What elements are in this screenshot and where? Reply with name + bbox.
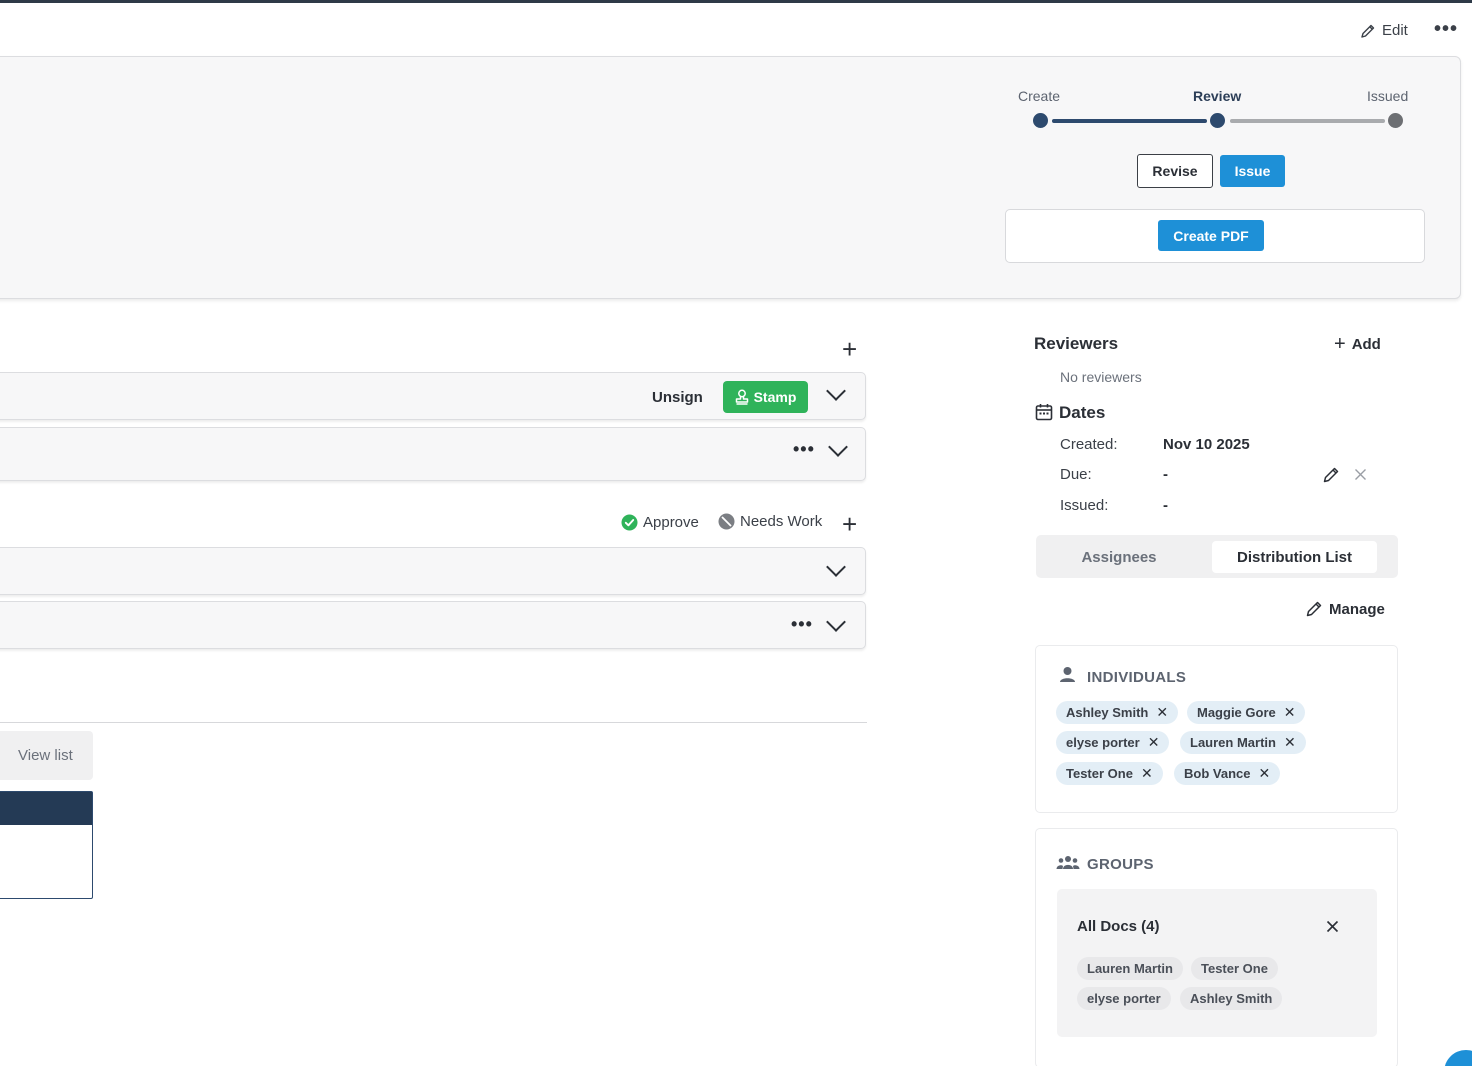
individual-chip: elyse porter ✕ xyxy=(1056,731,1170,754)
group-icon xyxy=(1056,856,1080,869)
group-member-chip: Ashley Smith xyxy=(1180,987,1283,1010)
edit-label: Edit xyxy=(1382,22,1408,39)
manage-label: Manage xyxy=(1329,600,1385,618)
chip-label: Bob Vance xyxy=(1184,766,1251,781)
row-more-icon[interactable]: ••• xyxy=(791,614,813,635)
approve-button[interactable]: Approve xyxy=(621,514,699,531)
individuals-title: INDIVIDUALS xyxy=(1087,669,1187,686)
pencil-icon xyxy=(1306,601,1322,617)
due-value: - xyxy=(1163,466,1168,483)
step-create-dot xyxy=(1033,113,1048,128)
issue-button[interactable]: Issue xyxy=(1220,155,1285,187)
stamp-icon xyxy=(735,389,748,405)
remove-icon[interactable]: ✕ xyxy=(1284,734,1296,751)
row-more-icon[interactable]: ••• xyxy=(793,439,815,460)
response-row-2[interactable] xyxy=(0,601,866,649)
blocked-icon xyxy=(718,513,735,530)
no-reviewers-text: No reviewers xyxy=(1060,369,1142,385)
view-list-button[interactable]: View list xyxy=(0,731,93,780)
step-create-label: Create xyxy=(1018,88,1061,104)
remove-icon[interactable]: ✕ xyxy=(1284,704,1296,721)
tab-assignees[interactable]: Assignees xyxy=(1040,541,1198,573)
step-review-dot xyxy=(1210,113,1225,128)
remove-icon[interactable]: ✕ xyxy=(1141,765,1153,782)
signature-row-2[interactable] xyxy=(0,427,866,481)
needs-work-label: Needs Work xyxy=(740,513,823,530)
chip-label: Maggie Gore xyxy=(1197,705,1276,720)
remove-icon[interactable]: ✕ xyxy=(1156,704,1168,721)
add-signature-icon[interactable]: + xyxy=(842,336,857,362)
individual-chip: Maggie Gore ✕ xyxy=(1187,701,1306,724)
issued-label: Issued: xyxy=(1060,497,1109,514)
individual-chip: Tester One ✕ xyxy=(1056,762,1163,785)
more-options-icon[interactable]: ••• xyxy=(1434,18,1458,41)
issued-value: - xyxy=(1163,497,1168,514)
edit-button[interactable]: Edit xyxy=(1360,22,1408,39)
add-reviewer-button[interactable]: + Add xyxy=(1334,334,1381,354)
chip-label: Tester One xyxy=(1066,766,1133,781)
step-issued-dot xyxy=(1388,113,1403,128)
individual-chip: Lauren Martin ✕ xyxy=(1180,731,1306,754)
needs-work-button[interactable]: Needs Work xyxy=(718,513,822,530)
group-name: All Docs (4) xyxy=(1077,918,1160,935)
group-member-chip: Tester One xyxy=(1191,957,1278,980)
reviewers-title: Reviewers xyxy=(1034,334,1119,353)
mini-table-header xyxy=(0,792,92,825)
clear-due-date-icon[interactable] xyxy=(1354,468,1367,481)
plus-icon: + xyxy=(1334,333,1346,355)
step-issued-label: Issued xyxy=(1367,88,1409,104)
groups-title: GROUPS xyxy=(1087,856,1154,873)
due-label: Due: xyxy=(1060,466,1092,483)
chip-label: elyse porter xyxy=(1066,735,1140,750)
create-pdf-button[interactable]: Create PDF xyxy=(1158,220,1264,251)
section-divider xyxy=(0,722,867,723)
check-circle-icon xyxy=(621,514,638,531)
pencil-icon xyxy=(1361,24,1375,38)
person-icon xyxy=(1060,667,1075,682)
approve-label: Approve xyxy=(643,514,699,531)
created-label: Created: xyxy=(1060,436,1118,453)
step-progress-line xyxy=(1052,119,1207,123)
unsign-button[interactable]: Unsign xyxy=(652,389,703,406)
add-label: Add xyxy=(1351,335,1381,353)
help-fab[interactable] xyxy=(1444,1050,1472,1066)
individual-chip: Bob Vance ✕ xyxy=(1174,762,1281,785)
revise-button[interactable]: Revise xyxy=(1137,154,1213,188)
remove-icon[interactable]: ✕ xyxy=(1258,765,1270,782)
remove-icon[interactable]: ✕ xyxy=(1148,734,1160,751)
remove-group-icon[interactable] xyxy=(1326,920,1339,933)
manage-button[interactable]: Manage xyxy=(1305,600,1385,618)
chip-label: Lauren Martin xyxy=(1190,735,1276,750)
step-review-label: Review xyxy=(1193,88,1242,104)
tab-distribution-list[interactable]: Distribution List xyxy=(1212,541,1377,573)
stamp-button[interactable]: Stamp xyxy=(723,381,808,413)
group-member-chip: Lauren Martin xyxy=(1077,957,1183,980)
step-remaining-line xyxy=(1230,119,1385,123)
add-response-icon[interactable]: + xyxy=(842,511,857,537)
individual-chip: Ashley Smith ✕ xyxy=(1056,701,1179,724)
stamp-label: Stamp xyxy=(753,389,797,405)
response-row-1[interactable] xyxy=(0,547,866,595)
mini-table xyxy=(0,791,93,899)
chip-label: Ashley Smith xyxy=(1066,705,1149,720)
top-border xyxy=(0,0,1472,3)
created-value: Nov 10 2025 xyxy=(1163,436,1250,453)
edit-due-date-icon[interactable] xyxy=(1322,466,1340,484)
dates-title: Dates xyxy=(1059,403,1106,422)
calendar-icon xyxy=(1035,404,1053,421)
group-member-chip: elyse porter xyxy=(1077,987,1171,1010)
